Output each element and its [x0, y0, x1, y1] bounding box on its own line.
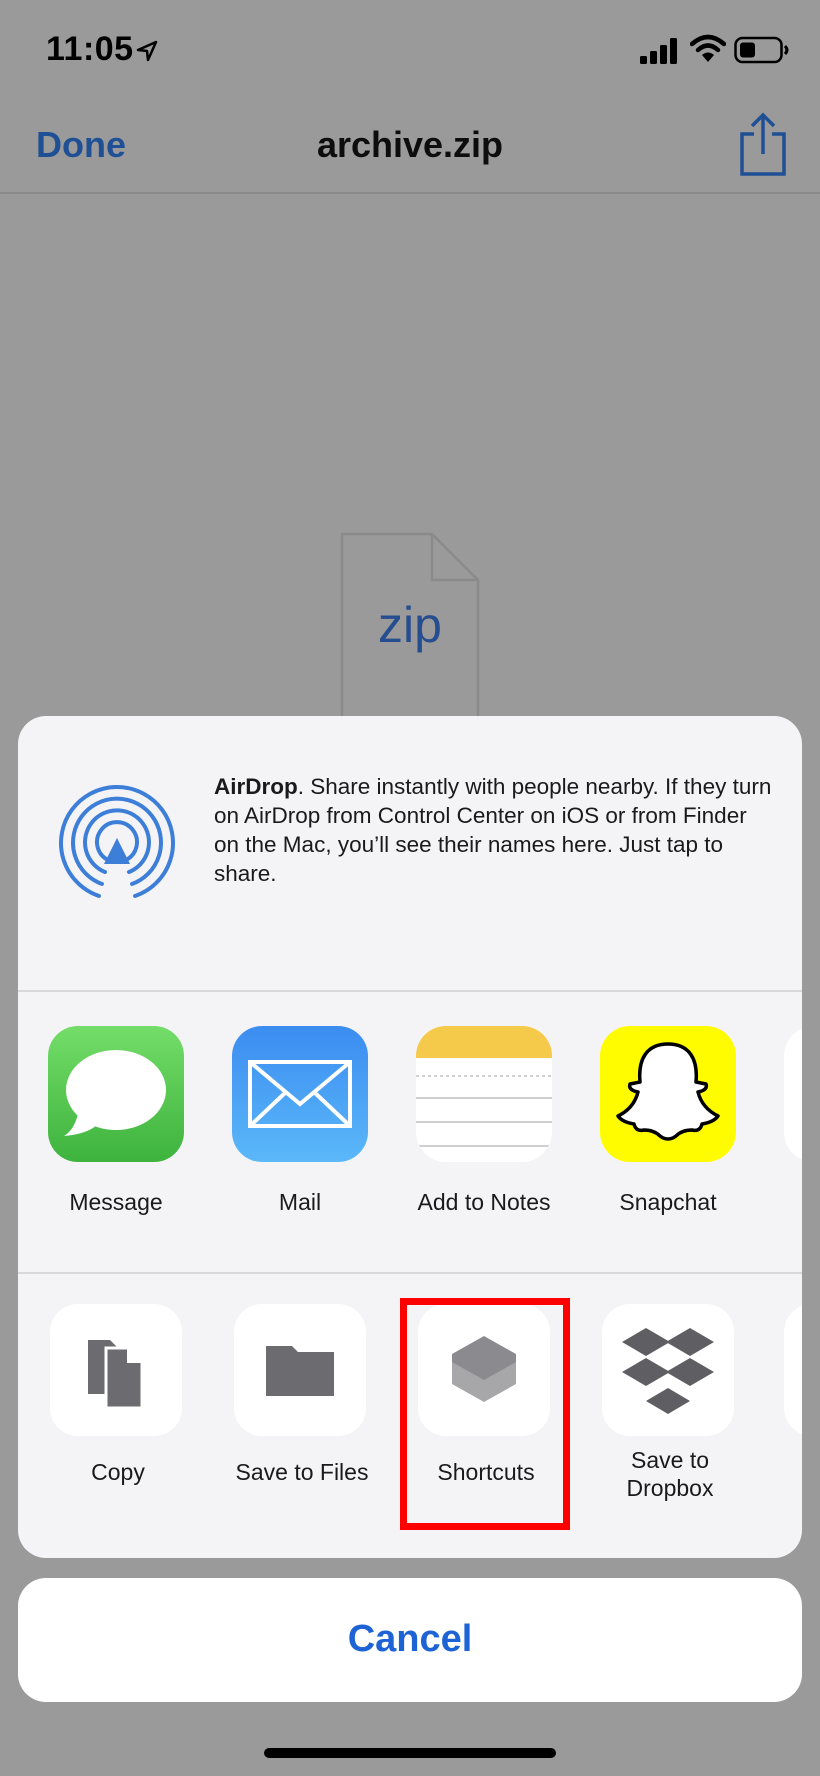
cancel-button[interactable]: Cancel — [18, 1578, 802, 1702]
message-icon — [48, 1026, 184, 1162]
folder-icon — [234, 1304, 366, 1436]
action-label-line-2: Dropbox — [626, 1475, 714, 1501]
action-save-to-dropbox[interactable]: Save to Dropbox — [602, 1304, 738, 1502]
location-arrow-icon — [136, 40, 158, 62]
done-button[interactable]: Done — [36, 124, 126, 166]
action-label-line-1: Save to — [631, 1447, 709, 1473]
wifi-icon — [690, 34, 726, 62]
highlight-box — [400, 1298, 570, 1530]
partial-app-icon — [784, 1026, 802, 1162]
action-save-to-files[interactable]: Save to Files — [234, 1304, 370, 1486]
action-label: Copy — [91, 1459, 145, 1485]
status-time: 11:05 — [46, 30, 134, 68]
action-more-partial[interactable] — [784, 1304, 802, 1436]
action-label: Save to Dropbox — [578, 1446, 762, 1502]
app-label: Message — [69, 1189, 163, 1215]
app-snapchat[interactable]: Snapchat — [600, 1026, 736, 1216]
app-mail[interactable]: Mail — [232, 1026, 368, 1216]
airdrop-title: AirDrop — [214, 774, 298, 799]
snapchat-icon — [600, 1026, 736, 1162]
apps-row[interactable]: Message Mail Add to Notes Snapchat — [18, 992, 802, 1274]
dropbox-icon — [602, 1304, 734, 1436]
airdrop-description: AirDrop. Share instantly with people nea… — [214, 772, 774, 888]
app-label: Snapchat — [619, 1189, 717, 1215]
share-icon[interactable] — [738, 112, 788, 176]
partial-action-icon — [784, 1304, 802, 1436]
airdrop-icon — [59, 785, 175, 898]
notes-icon — [416, 1026, 552, 1162]
cancel-label: Cancel — [347, 1618, 473, 1660]
app-message[interactable]: Message — [48, 1026, 184, 1216]
status-bar: 11:05 — [0, 0, 820, 100]
app-more-partial[interactable] — [784, 1026, 802, 1162]
cellular-signal-icon — [640, 38, 677, 64]
battery-icon — [734, 36, 789, 64]
airdrop-section[interactable]: AirDrop. Share instantly with people nea… — [18, 716, 802, 992]
mail-icon — [232, 1026, 368, 1162]
airdrop-body: . Share instantly with people nearby. If… — [214, 774, 772, 886]
app-add-to-notes[interactable]: Add to Notes — [416, 1026, 552, 1216]
app-label: Add to Notes — [417, 1189, 551, 1215]
navigation-bar: archive.zip Done — [0, 100, 820, 194]
home-indicator[interactable] — [264, 1748, 556, 1758]
action-copy[interactable]: Copy — [50, 1304, 186, 1486]
copy-icon — [50, 1304, 182, 1436]
app-label: Mail — [278, 1189, 322, 1215]
action-label: Save to Files — [235, 1459, 369, 1485]
file-type-label: zip — [378, 597, 442, 653]
